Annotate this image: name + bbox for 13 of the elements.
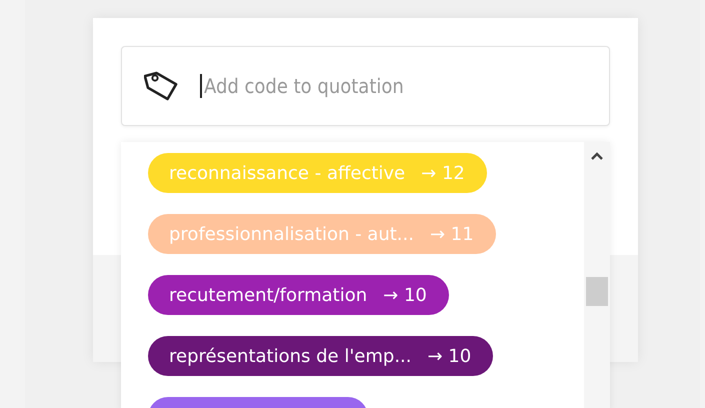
quotation-count: → 11 bbox=[430, 224, 474, 244]
scroll-thumb[interactable] bbox=[586, 277, 608, 306]
quotation-count: → 10 bbox=[427, 346, 472, 366]
code-label: professionnalisation - aut... bbox=[169, 224, 414, 244]
scroll-up-icon[interactable] bbox=[591, 152, 603, 160]
scrollbar[interactable] bbox=[584, 142, 610, 408]
quotation-count: → 10 bbox=[383, 284, 427, 306]
code-tag[interactable]: représentations de l'emp... → 10 bbox=[148, 336, 494, 376]
code-label: reconnaissance - affective bbox=[169, 162, 406, 184]
code-label: représentations de l'emp... bbox=[169, 346, 412, 366]
code-label: recutement/formation bbox=[169, 284, 368, 306]
quotation-count: → 12 bbox=[421, 162, 465, 184]
code-tag[interactable]: recutement/formation → 10 bbox=[148, 275, 449, 315]
